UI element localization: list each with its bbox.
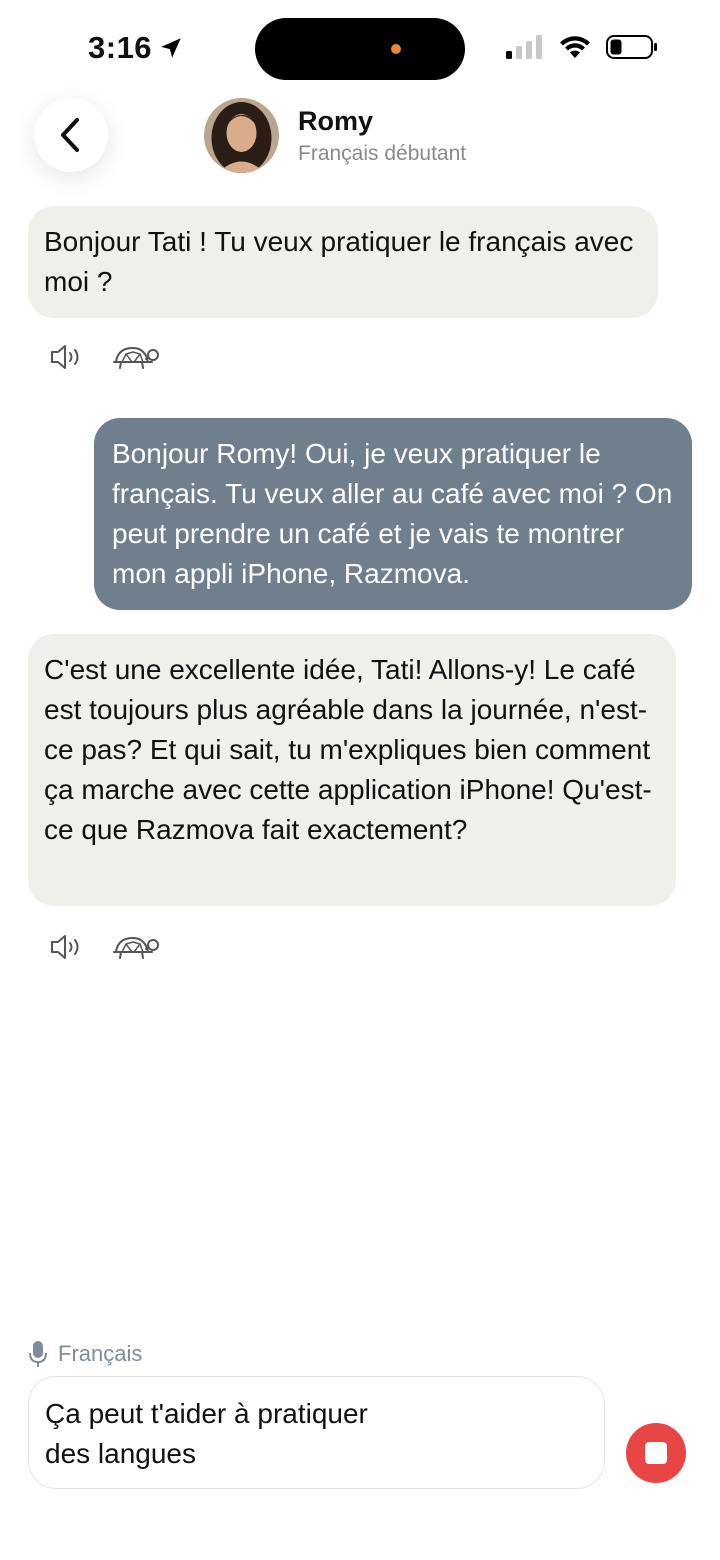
microphone-icon xyxy=(29,1341,47,1367)
turtle-icon[interactable] xyxy=(112,342,162,372)
location-arrow-icon xyxy=(161,38,181,58)
chevron-left-icon xyxy=(61,118,79,152)
battery-icon xyxy=(606,35,657,59)
input-language-label: Français xyxy=(58,1341,143,1366)
avatar[interactable] xyxy=(204,98,279,173)
cellular-signal-icon xyxy=(506,35,542,59)
contact-name: Romy xyxy=(298,106,374,136)
user-message-bubble: Bonjour Romy! Oui, je veux pratiquer le … xyxy=(94,418,692,610)
speaker-icon[interactable] xyxy=(48,342,84,372)
status-icons xyxy=(506,34,658,60)
assistant-message-bubble: Bonjour Tati ! Tu veux pratiquer le fran… xyxy=(28,206,658,318)
input-language-row[interactable]: Français xyxy=(28,1340,142,1368)
status-time: 3:16 xyxy=(88,30,184,66)
back-button[interactable] xyxy=(34,98,108,172)
stop-icon xyxy=(645,1442,667,1464)
message-actions xyxy=(48,342,162,372)
stop-recording-button[interactable] xyxy=(626,1423,686,1483)
turtle-icon[interactable] xyxy=(112,932,162,962)
wifi-icon xyxy=(560,36,590,58)
message-input[interactable]: Ça peut t'aider à pratiquer des langues xyxy=(28,1376,605,1489)
assistant-message-bubble: C'est une excellente idée, Tati! Allons-… xyxy=(28,634,676,906)
message-actions xyxy=(48,932,162,962)
dynamic-island xyxy=(255,18,465,80)
contact-subtitle: Français débutant xyxy=(298,142,467,165)
recording-indicator-dot xyxy=(391,44,401,54)
time-label: 3:16 xyxy=(88,30,153,65)
speaker-icon[interactable] xyxy=(48,932,84,962)
